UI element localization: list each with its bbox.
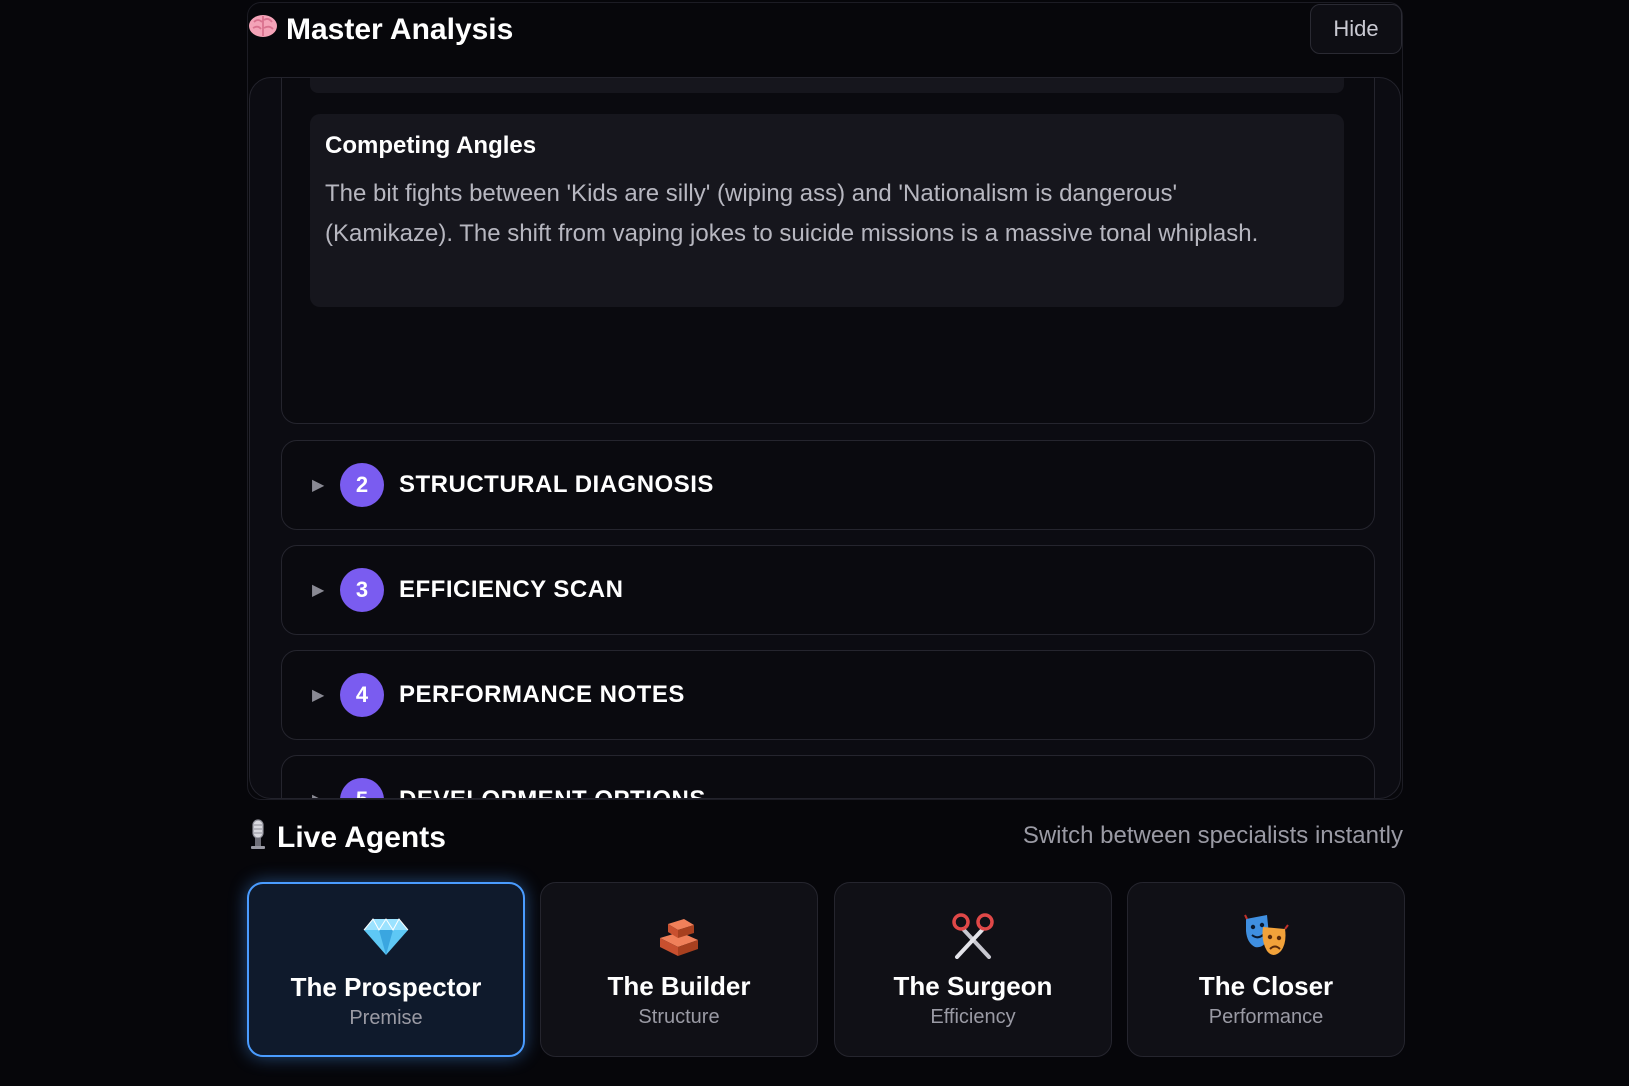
panel-header: Master Analysis Hide — [248, 3, 1402, 75]
agent-name: The Surgeon — [893, 971, 1053, 1001]
section-number-badge: 3 — [340, 568, 384, 612]
agent-card-closer[interactable]: The Closer Performance — [1127, 882, 1405, 1057]
live-agents-subtitle: Switch between specialists instantly — [1022, 822, 1403, 849]
expand-caret-icon: ▶ — [312, 790, 326, 798]
section-label: DEVELOPMENT OPTIONS — [399, 786, 706, 798]
agent-role: Performance — [1208, 1006, 1324, 1028]
competing-angles-title: Competing Angles — [325, 132, 537, 159]
agent-card-prospector[interactable]: The Prospector Premise — [247, 882, 525, 1057]
section-efficiency-scan[interactable]: ▶ 3 EFFICIENCY SCAN — [281, 545, 1375, 635]
theater-masks-icon — [1243, 913, 1289, 959]
agent-role: Efficiency — [930, 1006, 1016, 1028]
brain-icon — [248, 13, 278, 47]
agent-name: The Builder — [607, 971, 751, 1001]
section-performance-notes[interactable]: ▶ 4 PERFORMANCE NOTES — [281, 650, 1375, 740]
section-development-options[interactable]: ▶ 5 DEVELOPMENT OPTIONS — [281, 755, 1375, 798]
panel-title-text: Master Analysis — [286, 13, 514, 46]
agent-card-surgeon[interactable]: The Surgeon Efficiency — [834, 882, 1112, 1057]
agent-card-builder[interactable]: The Builder Structure — [540, 882, 818, 1057]
brick-icon — [656, 913, 702, 959]
section-label: EFFICIENCY SCAN — [399, 576, 624, 603]
microphone-icon — [247, 818, 269, 858]
analysis-sections-container[interactable]: Competing Angles The bit fights between … — [249, 77, 1401, 799]
section-number-badge: 5 — [340, 778, 384, 798]
live-agents-header: Live Agents Switch between specialists i… — [247, 812, 1403, 862]
section-structural-diagnosis[interactable]: ▶ 2 STRUCTURAL DIAGNOSIS — [281, 440, 1375, 530]
gem-icon — [363, 914, 409, 960]
agent-role: Structure — [638, 1006, 720, 1028]
master-analysis-panel: Master Analysis Hide Competing Angles Th… — [247, 2, 1403, 800]
live-agents-title: Live Agents — [247, 818, 446, 858]
panel-title: Master Analysis — [248, 13, 513, 47]
expand-caret-icon: ▶ — [312, 582, 325, 599]
competing-angles-body: The bit fights between 'Kids are silly' … — [325, 180, 1259, 247]
section-label: PERFORMANCE NOTES — [399, 681, 685, 708]
agent-name: The Closer — [1198, 971, 1334, 1001]
competing-angles-card: Competing Angles The bit fights between … — [310, 114, 1344, 307]
scissors-icon — [951, 913, 995, 959]
section-number-badge: 4 — [340, 673, 384, 717]
expand-caret-icon: ▶ — [312, 687, 325, 704]
expand-caret-icon: ▶ — [312, 477, 325, 494]
agent-name: The Prospector — [290, 972, 482, 1002]
section-label: STRUCTURAL DIAGNOSIS — [399, 471, 714, 498]
live-agents-title-text: Live Agents — [277, 821, 446, 854]
previous-card-fragment — [310, 78, 1344, 93]
hide-button[interactable]: Hide — [1310, 4, 1402, 54]
section-number-badge: 2 — [340, 463, 384, 507]
agent-role: Premise — [349, 1007, 423, 1029]
